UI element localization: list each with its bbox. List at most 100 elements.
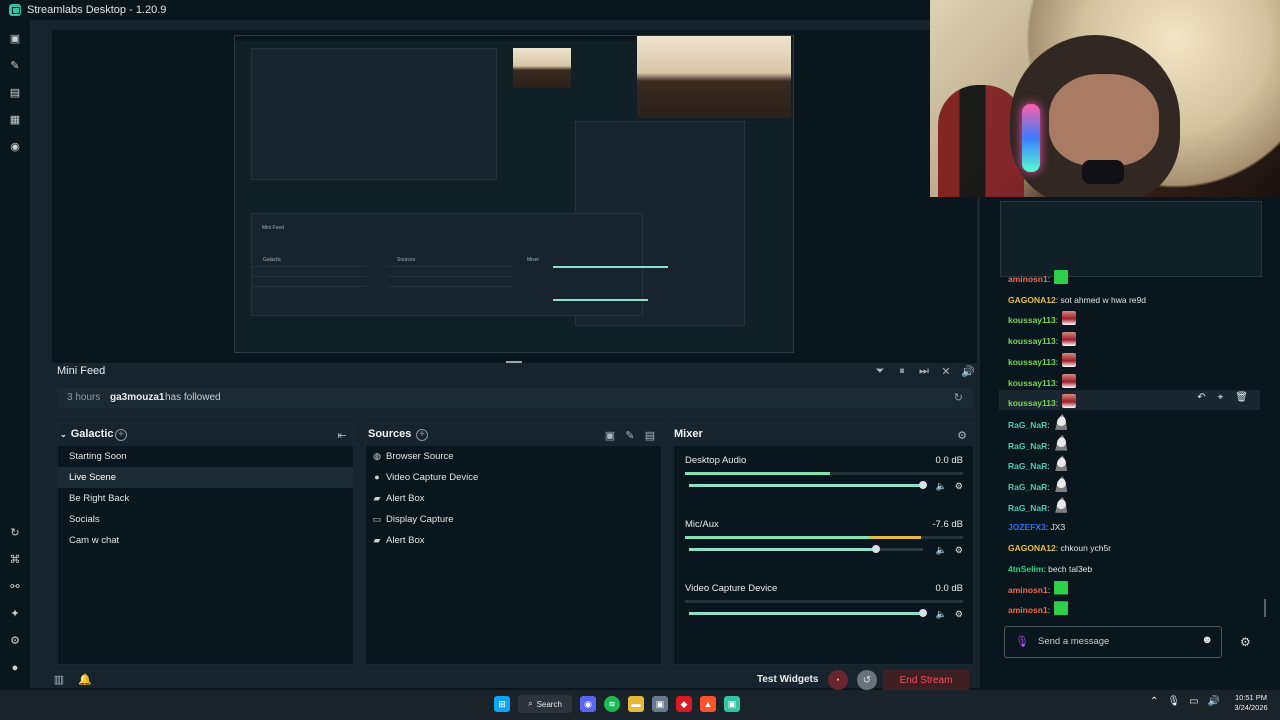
volume-slider[interactable] <box>689 481 927 489</box>
chat-username[interactable]: aminosn1 <box>1008 274 1048 284</box>
test-widget-button[interactable]: ● <box>828 670 848 690</box>
chat-username[interactable]: RaG_NaR <box>1008 482 1047 492</box>
taskbar-search[interactable]: ⌕ Search <box>518 695 572 713</box>
file-explorer-icon[interactable]: ▬ <box>628 696 644 712</box>
scene-transition-icon[interactable]: ⇤ <box>335 428 349 442</box>
windows-start-icon[interactable]: ⊞ <box>494 696 510 712</box>
chat-username[interactable]: koussay113 <box>1008 378 1056 388</box>
microphone-icon[interactable]: 🎙 <box>1015 635 1029 649</box>
pause-icon[interactable]: ⏸ <box>895 364 909 378</box>
red-app-icon[interactable]: ◆ <box>676 696 692 712</box>
chat-username[interactable]: 4tnSelim <box>1008 564 1043 574</box>
source-item[interactable]: ▰ Alert Box <box>366 488 661 509</box>
chat-username[interactable]: koussay113 <box>1008 336 1056 346</box>
record-icon[interactable]: ◉ <box>8 140 22 154</box>
device-manager-icon[interactable]: ▣ <box>652 696 668 712</box>
scene-item[interactable]: Be Right Back <box>58 488 353 509</box>
reply-icon[interactable]: ↶ <box>1197 392 1205 403</box>
source-item[interactable]: ● Video Capture Device <box>366 467 661 488</box>
chat-username[interactable]: JOZEFX3 <box>1008 522 1046 532</box>
chat-username[interactable]: RaG_NaR <box>1008 441 1047 451</box>
mic-tray-icon[interactable]: 🎙 <box>1167 696 1180 707</box>
volume-icon[interactable]: 🔊 <box>961 364 975 378</box>
chat-username[interactable]: GAGONA12 <box>1008 543 1056 553</box>
integrations-icon[interactable]: ⚯ <box>8 580 22 594</box>
mute-channel-icon[interactable]: 🔈 <box>936 609 947 620</box>
chat-message[interactable]: koussay113: <box>1008 393 1077 413</box>
feed-refresh-icon[interactable]: ↻ <box>954 391 963 404</box>
tray-chevron-icon[interactable]: ⌃ <box>1150 696 1158 707</box>
channel-settings-icon[interactable]: ⚙ <box>955 481 963 492</box>
streamlabs-taskbar-icon[interactable]: ▣ <box>724 696 740 712</box>
source-item[interactable]: ◍ Browser Source <box>366 446 661 467</box>
chat-message[interactable]: aminosn1: <box>1008 600 1069 620</box>
scene-item[interactable]: Live Scene <box>58 467 353 488</box>
source-item[interactable]: ▰ Alert Box <box>366 530 661 551</box>
network-icon[interactable]: ▭ <box>1189 696 1198 707</box>
chat-username[interactable]: RaG_NaR <box>1008 420 1047 430</box>
library-icon[interactable]: ▦ <box>8 113 22 127</box>
delete-icon[interactable]: 🗑 <box>1235 392 1248 403</box>
scene-item[interactable]: Socials <box>58 509 353 530</box>
volume-knob[interactable] <box>872 545 881 553</box>
chat-settings-icon[interactable]: ⚙ <box>1240 635 1251 649</box>
chat-message[interactable]: RaG_NaR: <box>1008 455 1070 475</box>
chat-message[interactable]: RaG_NaR: <box>1008 496 1070 517</box>
themes-icon[interactable]: ✎ <box>8 59 22 73</box>
pin-icon[interactable]: ⌖ <box>1218 392 1224 403</box>
chat-message[interactable]: koussay113: <box>1008 352 1077 372</box>
volume-slider[interactable] <box>689 545 923 553</box>
ai-icon[interactable]: ✦ <box>8 607 22 621</box>
volume-slider[interactable] <box>689 609 927 617</box>
chat-message[interactable]: 4tnSelim: bech tal3eb <box>1008 559 1092 579</box>
chat-username[interactable]: aminosn1 <box>1008 605 1048 615</box>
settings-icon[interactable]: ⚙ <box>8 634 22 648</box>
volume-tray-icon[interactable]: 🔊 <box>1208 696 1220 707</box>
chat-message[interactable]: koussay113: <box>1008 310 1077 330</box>
channel-settings-icon[interactable]: ⚙ <box>955 609 963 620</box>
scene-item[interactable]: Starting Soon <box>58 446 353 467</box>
volume-knob[interactable] <box>919 609 927 617</box>
chat-message[interactable]: RaG_NaR: <box>1008 413 1070 434</box>
layout-icon[interactable]: ⌘ <box>8 553 22 567</box>
chat-message[interactable]: JOZEFX3: JX3 <box>1008 517 1065 537</box>
chat-message[interactable]: aminosn1: <box>1008 269 1069 289</box>
notification-icon[interactable]: 🔔 <box>78 672 92 686</box>
mixer-settings-icon[interactable]: ⚙ <box>955 428 969 442</box>
chat-username[interactable]: GAGONA12 <box>1008 295 1056 305</box>
chat-input[interactable]: 🎙 Send a message ☻ <box>1004 626 1222 658</box>
profile-icon[interactable]: ● <box>8 661 22 675</box>
system-clock[interactable]: 10:51 PM 3/24/2026 <box>1230 693 1272 713</box>
chat-scrollbar[interactable] <box>1264 599 1266 617</box>
chat-message[interactable]: koussay113: <box>1008 373 1077 393</box>
chat-username[interactable]: RaG_NaR <box>1008 503 1047 513</box>
chat-username[interactable]: koussay113 <box>1008 315 1056 325</box>
end-stream-button[interactable]: End Stream <box>883 670 969 692</box>
editor-icon[interactable]: ▣ <box>8 32 22 46</box>
volume-knob[interactable] <box>919 481 927 489</box>
dashboard-icon[interactable]: ▥ <box>52 672 66 686</box>
studio-mode-icon[interactable]: ↻ <box>8 526 22 540</box>
emoji-icon[interactable]: ☻ <box>1201 634 1213 646</box>
store-icon[interactable]: ▤ <box>8 86 22 100</box>
chat-message[interactable]: RaG_NaR: <box>1008 476 1070 496</box>
source-folder-icon[interactable]: ▣ <box>603 428 617 442</box>
chat-username[interactable]: aminosn1 <box>1008 585 1048 595</box>
chat-message[interactable]: GAGONA12: chkoun ych5r <box>1008 538 1111 558</box>
source-item[interactable]: ▭ Display Capture <box>366 509 661 530</box>
brave-icon[interactable]: ▲ <box>700 696 716 712</box>
chat-message[interactable]: GAGONA12: sot ahmed w hwa re9d <box>1008 290 1146 310</box>
scene-item[interactable]: Cam w chat <box>58 530 353 551</box>
filter-icon[interactable]: ⏷ <box>873 364 887 378</box>
channel-settings-icon[interactable]: ⚙ <box>955 545 963 556</box>
add-scene-button[interactable]: + <box>115 429 127 441</box>
skip-icon[interactable]: ⏭ <box>917 364 931 378</box>
mute-channel-icon[interactable]: 🔈 <box>936 545 947 556</box>
chat-message[interactable]: koussay113: <box>1008 331 1077 351</box>
discord-icon[interactable]: ◉ <box>580 696 596 712</box>
source-edit-icon[interactable]: ✎ <box>623 428 637 442</box>
chat-username[interactable]: koussay113 <box>1008 357 1056 367</box>
chat-message[interactable]: aminosn1: <box>1008 580 1069 600</box>
mute-channel-icon[interactable]: 🔈 <box>936 481 947 492</box>
test-widget-reset-icon[interactable]: ↺ <box>857 670 877 690</box>
